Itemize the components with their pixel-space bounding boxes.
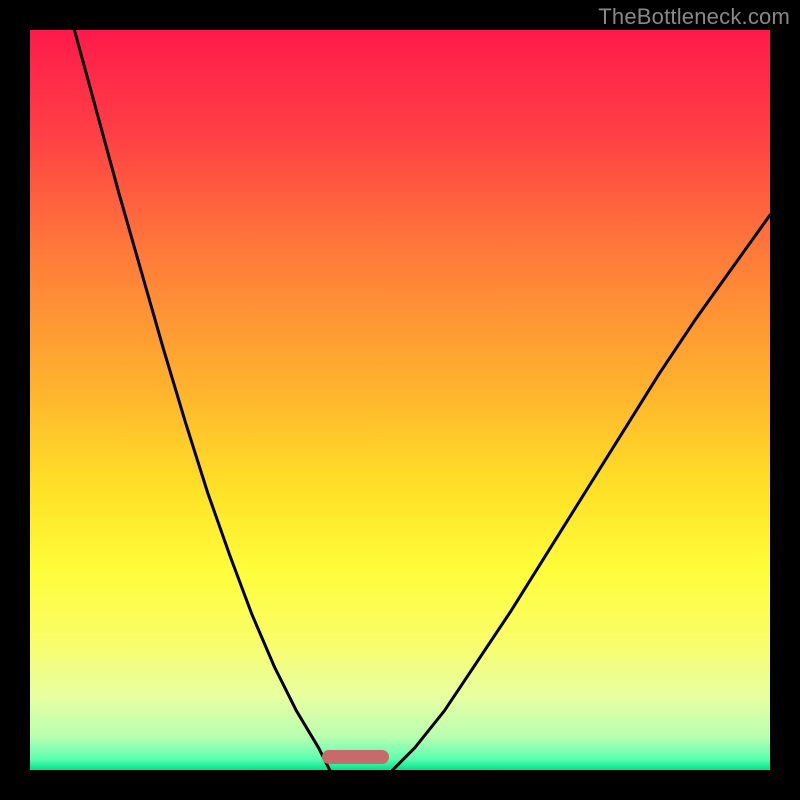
curve-right — [393, 215, 770, 770]
bottleneck-curves — [30, 30, 770, 770]
watermark-text: TheBottleneck.com — [598, 4, 790, 30]
plot-area — [30, 30, 770, 770]
curve-left — [74, 30, 329, 770]
optimal-range-marker — [322, 750, 389, 764]
chart-stage: TheBottleneck.com — [0, 0, 800, 800]
